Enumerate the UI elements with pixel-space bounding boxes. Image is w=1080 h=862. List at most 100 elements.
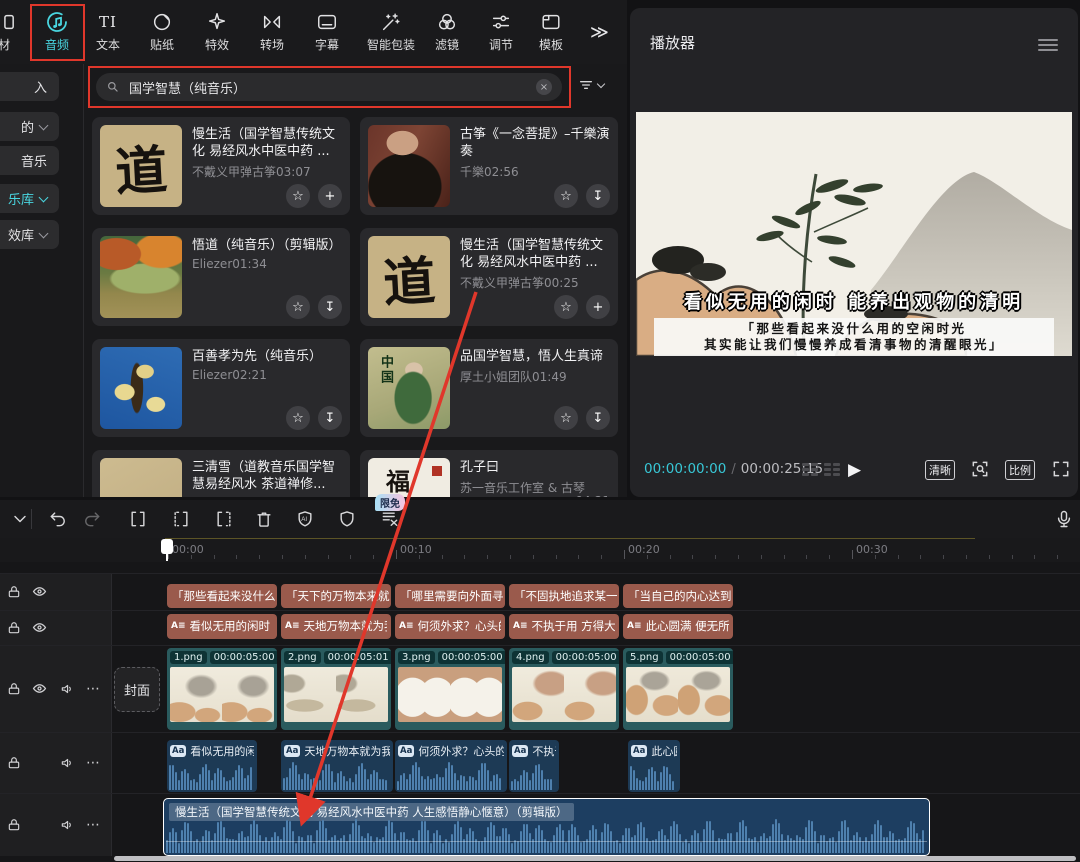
nav-sticker[interactable]: 贴纸 [134, 9, 190, 53]
mask-button[interactable] [335, 507, 359, 531]
favorite-star-button[interactable]: ☆ [554, 406, 578, 430]
download-button[interactable]: ↧ [586, 184, 610, 208]
tts-audio-clip[interactable]: Aa此心圆 [628, 740, 680, 792]
nav-expand-button[interactable]: ≫ [590, 22, 607, 43]
audio-card[interactable]: 古筝《一念菩提》–千樂演奏千樂02:56☆↧ [360, 117, 618, 215]
download-button[interactable]: ↧ [318, 295, 342, 319]
more-options-icon[interactable]: ⋯ [86, 817, 101, 832]
mute-speaker-icon[interactable] [59, 681, 74, 696]
grid-view-icon-2[interactable] [824, 463, 840, 476]
nav-templates[interactable]: 模板 [523, 9, 579, 53]
playhead[interactable] [161, 539, 173, 554]
sidebar-item-5[interactable]: 效库 [0, 220, 59, 249]
nav-audio[interactable]: 音频 [29, 9, 85, 53]
mute-speaker-icon[interactable] [59, 817, 74, 832]
download-button[interactable]: ↧ [318, 406, 342, 430]
video-clip[interactable]: 2.png00:00:05:01 [281, 648, 391, 730]
video-clip[interactable]: 1.png00:00:05:00 [167, 648, 277, 730]
text-clip[interactable]: A≡何须外求？心头的 [395, 614, 505, 639]
preview-zoom-button[interactable] [970, 459, 990, 479]
lock-icon[interactable] [6, 817, 21, 832]
lock-icon[interactable] [6, 755, 21, 770]
more-options-icon[interactable]: ⋯ [86, 681, 101, 696]
favorite-star-button[interactable]: ☆ [554, 295, 578, 319]
tts-audio-clip[interactable]: Aa看似无用的闲 [167, 740, 257, 792]
sidebar-item-2[interactable]: 的 [0, 112, 59, 141]
audio-card[interactable]: 福泽孔子曰苏一音乐工作室 & 古琴04:21 [360, 450, 618, 497]
cover-button[interactable]: 封面 [114, 667, 160, 712]
favorite-star-button[interactable]: ☆ [286, 295, 310, 319]
audio-card[interactable]: 道慢生活（国学智慧传统文化 易经风水中医中药 ...不戴义甲弹古筝03:07☆+ [92, 117, 350, 215]
search-clear-icon[interactable]: × [536, 79, 552, 95]
ratio-button[interactable]: 比例 [1005, 460, 1035, 480]
quality-button[interactable]: 清晰 [925, 460, 955, 480]
templates-icon [540, 9, 562, 34]
favorite-star-button[interactable]: ☆ [554, 184, 578, 208]
split-button[interactable] [126, 507, 150, 531]
audio-card[interactable]: 悟道（纯音乐）（剪辑版）Eliezer01:34 ☆ ↧ [92, 228, 350, 326]
sidebar-item-4[interactable]: 乐库 [0, 184, 59, 213]
video-clip[interactable]: 5.png00:00:05:00 [623, 648, 733, 730]
text-clip[interactable]: A≡此心圆满 便无所 [623, 614, 733, 639]
text-clip[interactable]: A≡看似无用的闲时 能 [167, 614, 277, 639]
redo-button[interactable] [80, 507, 104, 531]
text-clip[interactable]: A≡不执于用 方得大 [509, 614, 619, 639]
player-menu-icon[interactable] [1038, 36, 1058, 54]
sidebar-item-1[interactable]: 入 [0, 72, 59, 101]
lock-icon[interactable] [6, 620, 21, 635]
search-bar[interactable]: × [96, 73, 562, 101]
play-button[interactable]: ▶ [848, 460, 861, 480]
visibility-eye-icon[interactable] [32, 584, 47, 599]
sidebar-item-3[interactable]: 音乐 [0, 146, 59, 175]
nav-captions[interactable]: 字幕 [299, 9, 355, 53]
download-button[interactable]: ↧ [586, 406, 610, 430]
horizontal-scrollbar[interactable] [114, 856, 1076, 861]
favorite-star-button[interactable]: ☆ [286, 184, 310, 208]
audio-card[interactable]: 中国品国学智慧，悟人生真谛厚土小姐团队01:49☆↧ [360, 339, 618, 437]
tts-audio-clip[interactable]: Aa不执于 [509, 740, 559, 792]
track-collapse-chevron[interactable] [8, 507, 32, 531]
nav-filters[interactable]: 滤镜 [419, 9, 475, 53]
search-input[interactable] [127, 79, 529, 96]
audio-card[interactable]: 道慢生活（国学智慧传统文化 易经风水中医中药 ...不戴义甲弹古筝00:25☆+ [360, 228, 618, 326]
card-text: 悟道（纯音乐）（剪辑版）Eliezer01:34 [192, 237, 342, 271]
subtitle-clip[interactable]: 「哪里需要向外面寻 [395, 584, 505, 608]
subtitle-clip[interactable]: 「那些看起来没什么 [167, 584, 277, 608]
split-right-button[interactable] [212, 507, 236, 531]
more-options-icon[interactable]: ⋯ [86, 755, 101, 770]
nav-smartpack[interactable]: 智能包装 [353, 9, 429, 53]
nav-text[interactable]: TI文本 [80, 9, 136, 53]
delete-button[interactable] [252, 507, 276, 531]
undo-button[interactable] [46, 507, 70, 531]
audio-card[interactable]: 百善孝为先（纯音乐）Eliezer02:21☆↧ [92, 339, 350, 437]
add-to-track-button[interactable]: + [586, 295, 610, 319]
visibility-eye-icon[interactable] [32, 681, 47, 696]
visibility-eye-icon[interactable] [32, 620, 47, 635]
video-clip[interactable]: 3.png00:00:05:00 [395, 648, 505, 730]
audio-card[interactable]: 三清雪（道教音乐国学智慧易经风水 茶道禅修... [92, 450, 350, 497]
mask-ai-button[interactable]: AI [293, 507, 317, 531]
favorite-star-button[interactable]: ☆ [286, 406, 310, 430]
music-clip-selected[interactable]: 慢生活（国学智慧传统文化 易经风水中医中药 人生感悟静心惬意）（剪辑版） [163, 798, 930, 856]
nav-effects[interactable]: 特效 [189, 9, 245, 53]
subtitle-clip[interactable]: 「天下的万物本来就 [281, 584, 391, 608]
lock-icon[interactable] [6, 584, 21, 599]
subtitle-clip[interactable]: 「当自己的内心达到 [623, 584, 733, 608]
mute-speaker-icon[interactable] [59, 755, 74, 770]
tts-audio-clip[interactable]: Aa天地万物本就为我 [281, 740, 393, 792]
grid-view-icon[interactable] [802, 463, 818, 476]
nav-transitions[interactable]: 转场 [244, 9, 300, 53]
nav-adjust[interactable]: 调节 [473, 9, 529, 53]
lock-icon[interactable] [6, 681, 21, 696]
record-voice-button[interactable] [1052, 507, 1076, 531]
video-preview[interactable]: 看似无用的闲时 能养出观物的清明 「那些看起来没什么用的空闲时光 其实能让我们慢… [636, 112, 1072, 356]
text-clip[interactable]: A≡天地万物本就为我 [281, 614, 391, 639]
split-left-button[interactable] [169, 507, 193, 531]
tts-audio-clip[interactable]: Aa何须外求？心头的 [395, 740, 507, 792]
add-to-track-button[interactable]: + [318, 184, 342, 208]
filter-control[interactable] [578, 77, 604, 93]
fullscreen-button[interactable] [1051, 459, 1071, 479]
nav-material[interactable]: 材 [0, 9, 32, 53]
video-clip[interactable]: 4.png00:00:05:00 [509, 648, 619, 730]
subtitle-clip[interactable]: 「不固执地追求某一 [509, 584, 619, 608]
